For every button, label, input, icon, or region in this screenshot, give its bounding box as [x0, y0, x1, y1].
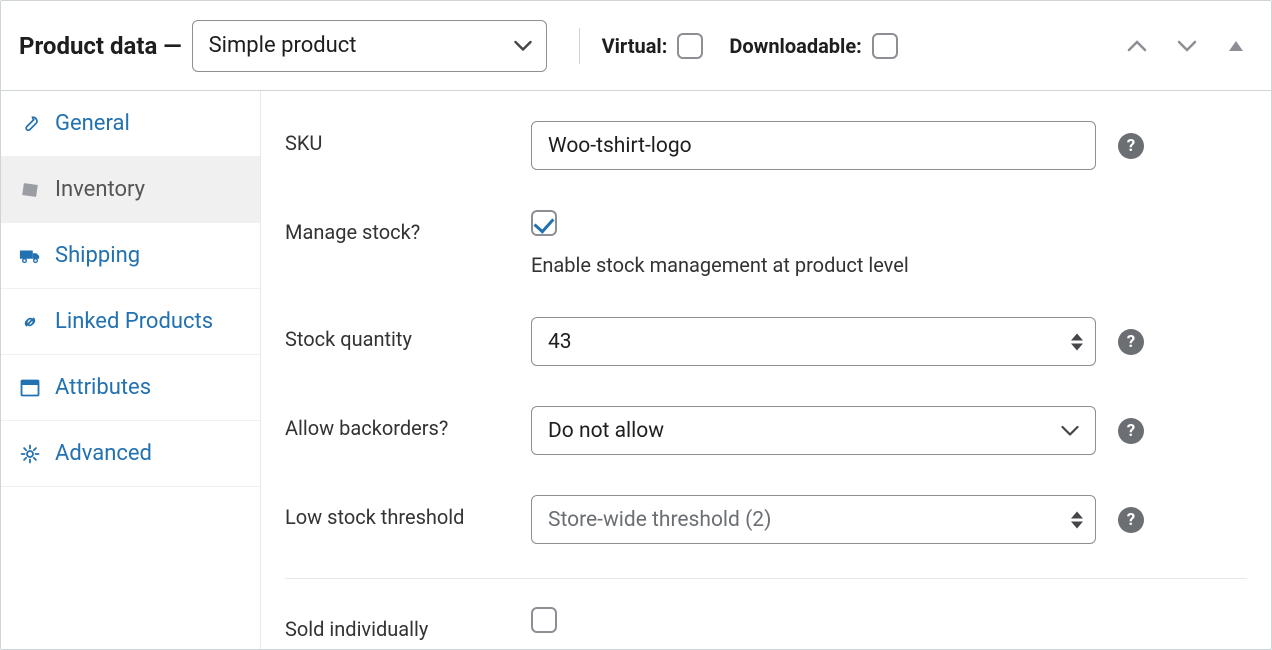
field-row-backorders: Allow backorders? Do not allow ?	[285, 386, 1247, 475]
downloadable-checkbox[interactable]	[872, 33, 898, 59]
low-stock-input[interactable]: Store-wide threshold (2)	[531, 495, 1096, 544]
collapse-panel-button[interactable]	[1223, 30, 1249, 62]
header-divider	[579, 28, 580, 64]
stepper-down-icon[interactable]	[1071, 521, 1083, 528]
sku-label: SKU	[285, 121, 531, 155]
tab-label: Inventory	[55, 177, 145, 202]
low-stock-placeholder: Store-wide threshold (2)	[548, 508, 771, 532]
tab-content-inventory: SKU Woo-tshirt-logo ? Manage stock? Enab…	[261, 91, 1271, 649]
virtual-checkbox[interactable]	[677, 33, 703, 59]
help-icon[interactable]: ?	[1118, 507, 1144, 533]
wrench-icon	[19, 114, 41, 134]
stock-quantity-input[interactable]: 43	[531, 317, 1096, 366]
low-stock-label: Low stock threshold	[285, 495, 531, 529]
virtual-label: Virtual:	[602, 34, 668, 58]
product-data-panel: Product data — Simple product Virtual: D…	[0, 0, 1272, 650]
product-type-value: Simple product	[209, 33, 357, 58]
panel-header: Product data — Simple product Virtual: D…	[1, 1, 1271, 91]
field-row-sold-individually: Sold individually Enable this to only al…	[285, 579, 1247, 649]
link-icon	[19, 312, 41, 332]
field-row-low-stock: Low stock threshold Store-wide threshold…	[285, 475, 1247, 579]
stock-quantity-label: Stock quantity	[285, 317, 531, 351]
gear-icon	[19, 444, 41, 464]
number-stepper[interactable]	[1071, 333, 1085, 350]
sku-input[interactable]: Woo-tshirt-logo	[531, 121, 1096, 170]
backorders-label: Allow backorders?	[285, 406, 531, 440]
box-icon	[19, 180, 41, 200]
window-icon	[19, 379, 41, 397]
chevron-down-icon	[1061, 425, 1079, 437]
help-icon[interactable]: ?	[1118, 418, 1144, 444]
backorders-value: Do not allow	[548, 419, 664, 443]
manage-stock-checkbox[interactable]	[531, 210, 557, 236]
tab-general[interactable]: General	[1, 91, 260, 157]
truck-icon	[19, 247, 41, 265]
tabs-sidebar: General Inventory Shipping Linked Produc…	[1, 91, 261, 649]
tab-label: Linked Products	[55, 309, 213, 334]
panel-header-controls	[1123, 1, 1249, 90]
panel-title: Product data —	[19, 32, 182, 60]
move-down-button[interactable]	[1173, 30, 1201, 62]
tab-shipping[interactable]: Shipping	[1, 223, 260, 289]
tab-advanced[interactable]: Advanced	[1, 421, 260, 487]
field-row-sku: SKU Woo-tshirt-logo ?	[285, 101, 1247, 190]
chevron-down-icon	[514, 40, 532, 52]
stepper-up-icon[interactable]	[1071, 333, 1083, 340]
product-type-select[interactable]: Simple product	[192, 20, 547, 72]
number-stepper[interactable]	[1071, 511, 1085, 528]
virtual-toggle-group: Virtual:	[602, 33, 704, 59]
stepper-down-icon[interactable]	[1071, 343, 1083, 350]
chevron-down-icon	[1177, 39, 1197, 53]
panel-body: General Inventory Shipping Linked Produc…	[1, 91, 1271, 649]
chevron-up-icon	[1127, 39, 1147, 53]
tab-label: Attributes	[55, 375, 151, 400]
manage-stock-help: Enable stock management at product level	[531, 253, 1096, 277]
sold-individually-label: Sold individually	[285, 607, 531, 641]
tab-label: Shipping	[55, 243, 140, 268]
triangle-up-icon	[1227, 39, 1245, 53]
tab-attributes[interactable]: Attributes	[1, 355, 260, 421]
help-icon[interactable]: ?	[1118, 329, 1144, 355]
field-row-stock-quantity: Stock quantity 43 ?	[285, 297, 1247, 386]
help-icon[interactable]: ?	[1118, 133, 1144, 159]
tab-label: Advanced	[55, 441, 152, 466]
stock-quantity-value: 43	[548, 330, 572, 354]
tab-inventory[interactable]: Inventory	[1, 157, 260, 223]
backorders-select[interactable]: Do not allow	[531, 406, 1096, 455]
manage-stock-label: Manage stock?	[285, 210, 531, 244]
tab-label: General	[55, 111, 130, 136]
sold-individually-checkbox[interactable]	[531, 607, 557, 633]
move-up-button[interactable]	[1123, 30, 1151, 62]
sku-value: Woo-tshirt-logo	[548, 134, 692, 158]
field-row-manage-stock: Manage stock? Enable stock management at…	[285, 190, 1247, 297]
stepper-up-icon[interactable]	[1071, 511, 1083, 518]
tab-linked-products[interactable]: Linked Products	[1, 289, 260, 355]
downloadable-toggle-group: Downloadable:	[729, 33, 897, 59]
downloadable-label: Downloadable:	[729, 34, 861, 58]
